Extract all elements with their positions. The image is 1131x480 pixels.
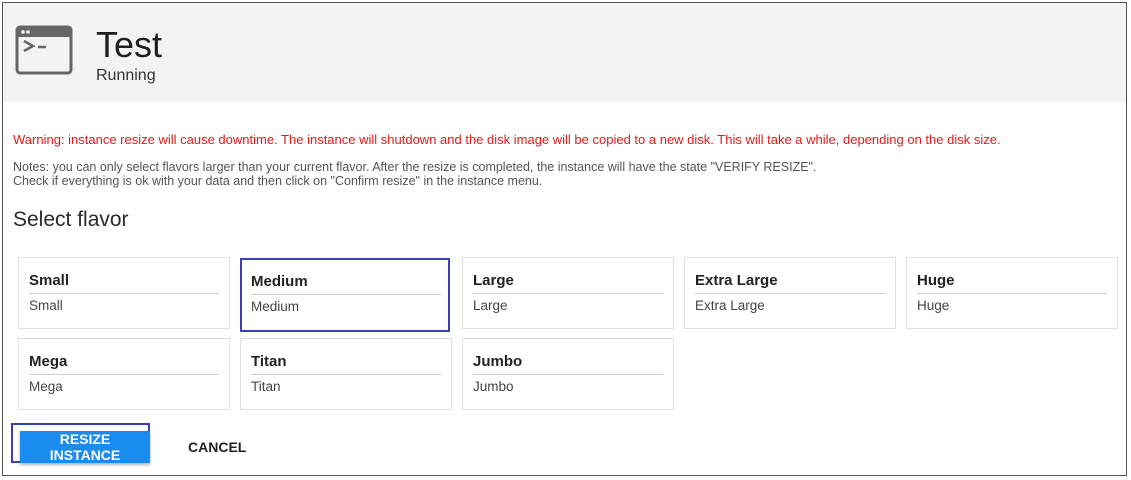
resize-warning: Warning: instance resize will cause down… <box>13 132 1001 147</box>
flavor-card-medium[interactable]: Medium Medium <box>240 258 450 332</box>
flavor-name: Huge <box>917 272 1107 294</box>
flavor-description: Jumbo <box>473 379 514 394</box>
resize-instance-button[interactable]: RESIZE INSTANCE <box>20 431 150 463</box>
flavor-description: Medium <box>251 299 300 314</box>
notes-line-1: Notes: you can only select flavors large… <box>13 160 817 174</box>
flavor-name: Titan <box>251 353 441 375</box>
flavor-name: Mega <box>29 353 219 375</box>
instance-name: Test <box>96 24 163 65</box>
flavor-card-large[interactable]: Large Large <box>462 257 674 329</box>
section-title: Select flavor <box>13 208 129 231</box>
flavor-description: Large <box>473 298 508 313</box>
flavor-name: Extra Large <box>695 272 885 294</box>
flavor-card-extra-large[interactable]: Extra Large Extra Large <box>684 257 896 329</box>
notes-line-2: Check if everything is ok with your data… <box>13 174 543 188</box>
flavor-description: Mega <box>29 379 63 394</box>
flavor-card-titan[interactable]: Titan Titan <box>240 338 452 410</box>
flavor-name: Jumbo <box>473 353 663 375</box>
instance-status: Running <box>96 67 156 84</box>
flavor-description: Huge <box>917 298 950 313</box>
flavor-name: Small <box>29 272 219 294</box>
flavor-description: Extra Large <box>695 298 765 313</box>
terminal-window-icon <box>15 25 73 75</box>
flavor-card-huge[interactable]: Huge Huge <box>906 257 1118 329</box>
flavor-description: Small <box>29 298 63 313</box>
flavor-description: Titan <box>251 379 281 394</box>
resize-notes: Notes: you can only select flavors large… <box>13 160 816 188</box>
flavor-name: Large <box>473 272 663 294</box>
cancel-button[interactable]: CANCEL <box>180 433 254 461</box>
flavor-card-jumbo[interactable]: Jumbo Jumbo <box>462 338 674 410</box>
instance-header: Test Running <box>3 3 1126 102</box>
flavor-card-small[interactable]: Small Small <box>18 257 230 329</box>
flavor-card-mega[interactable]: Mega Mega <box>18 338 230 410</box>
flavor-name: Medium <box>251 273 441 295</box>
